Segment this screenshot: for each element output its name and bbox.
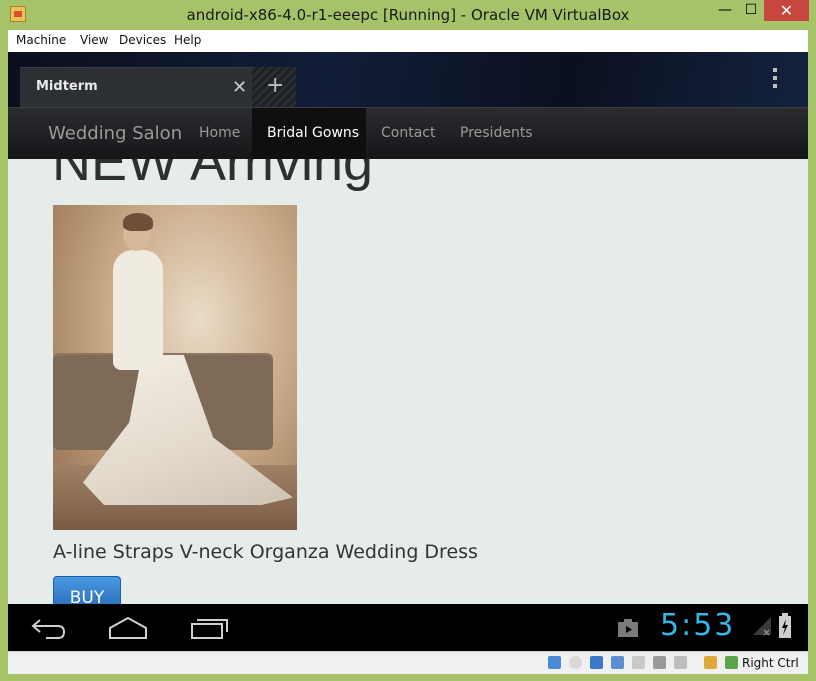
product-name: A-line Straps V-neck Organza Wedding Dre… (53, 541, 478, 563)
nav-presidents[interactable]: Presidents (460, 125, 533, 141)
back-icon[interactable] (30, 614, 66, 644)
browser-tab-midterm[interactable]: Midterm ✕ (20, 67, 260, 108)
menu-bar: Machine View Devices Help (8, 30, 808, 53)
browser-tab-strip: Midterm ✕ + (8, 52, 808, 108)
video-capture-icon[interactable] (653, 656, 666, 669)
optical-drive-icon[interactable] (569, 656, 582, 669)
usb-icon[interactable] (590, 656, 603, 669)
buy-button[interactable]: BUY (53, 576, 121, 604)
nav-bridal-gowns-label: Bridal Gowns (267, 125, 360, 141)
display-icon[interactable] (674, 656, 687, 669)
android-screen: Midterm ✕ + Wedding Salon Home Bridal Go… (8, 52, 808, 651)
home-icon[interactable] (108, 614, 148, 644)
android-system-bar: 5:53 (8, 604, 808, 651)
menu-help[interactable]: Help (174, 33, 201, 47)
page-headline: NEW Arriving (52, 159, 374, 192)
nav-bridal-gowns[interactable]: Bridal Gowns (252, 108, 366, 160)
site-navbar: Wedding Salon Home Bridal Gowns Contact … (8, 107, 808, 160)
battery-icon (778, 613, 792, 643)
nav-home[interactable]: Home (199, 125, 240, 141)
nav-contact[interactable]: Contact (381, 125, 435, 141)
tab-close-icon[interactable]: ✕ (232, 77, 247, 98)
signal-icon (752, 616, 772, 640)
mouse-integration-icon[interactable] (704, 656, 717, 669)
vm-status-bar: Right Ctrl (8, 651, 808, 674)
tab-title: Midterm (36, 79, 98, 94)
hard-disk-icon[interactable] (548, 656, 561, 669)
minimize-button[interactable]: — (712, 0, 738, 21)
menu-view[interactable]: View (80, 33, 108, 47)
overflow-menu-icon[interactable] (770, 68, 780, 92)
wedding-dress-photo (53, 205, 297, 530)
menu-devices[interactable]: Devices (119, 33, 166, 47)
keyboard-capture-icon[interactable] (725, 656, 738, 669)
close-window-button[interactable]: ✕ (764, 0, 809, 21)
android-clock: 5:53 (660, 608, 736, 643)
window-titlebar: android-x86-4.0-r1-eeepc [Running] - Ora… (0, 0, 816, 30)
shared-folders-icon[interactable] (632, 656, 645, 669)
menu-machine[interactable]: Machine (16, 33, 66, 47)
web-page-content: NEW Arriving A-line Straps V-neck Organz… (8, 159, 808, 604)
host-key-label: Right Ctrl (742, 656, 799, 670)
store-notification-icon[interactable] (616, 616, 640, 642)
maximize-button[interactable]: ☐ (738, 0, 764, 21)
plus-icon: + (266, 73, 285, 98)
window-title: android-x86-4.0-r1-eeepc [Running] - Ora… (186, 6, 630, 24)
site-brand[interactable]: Wedding Salon (48, 123, 182, 144)
recent-apps-icon[interactable] (190, 614, 230, 644)
new-tab-button[interactable]: + (252, 67, 296, 107)
network-icon[interactable] (611, 656, 624, 669)
